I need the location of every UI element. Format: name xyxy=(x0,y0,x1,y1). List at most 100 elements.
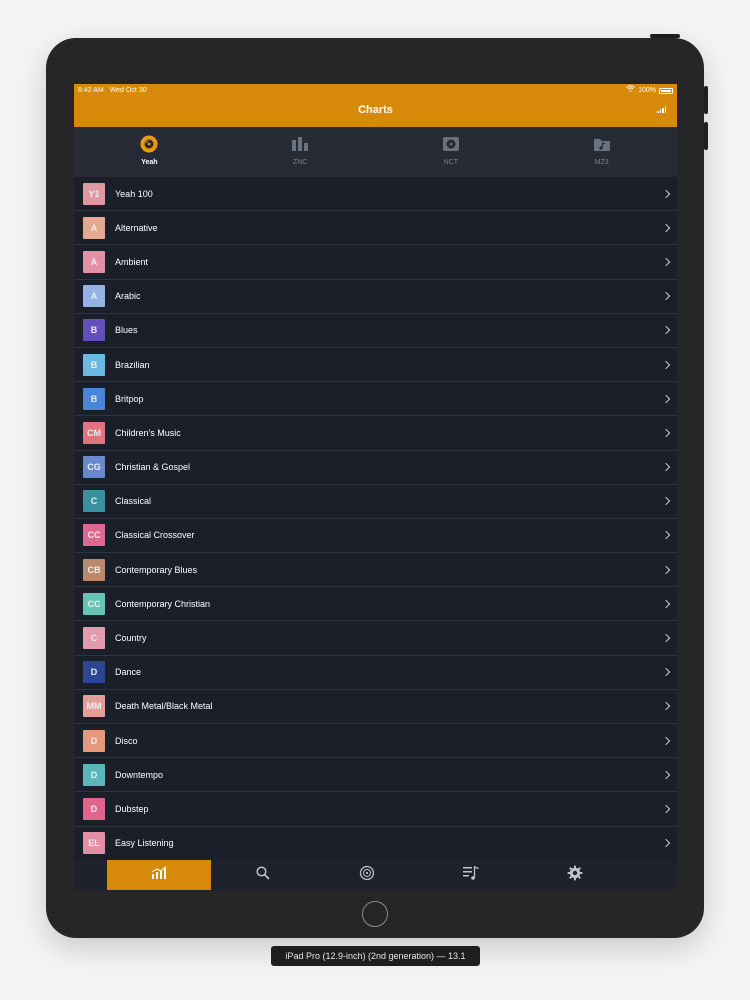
album-icon xyxy=(442,135,460,153)
status-date: Wed Oct 30 xyxy=(109,87,147,94)
genre-badge: CC xyxy=(83,592,105,615)
chevron-right-icon xyxy=(661,531,671,540)
volume-up-button xyxy=(704,86,708,114)
genre-label: Country xyxy=(115,633,147,644)
chevron-right-icon xyxy=(661,326,671,335)
genre-badge: B xyxy=(83,319,105,342)
genre-label: Contemporary Christian xyxy=(115,598,211,609)
list-item[interactable]: D Dubstep xyxy=(74,792,677,827)
list-item[interactable]: B Blues xyxy=(74,314,677,348)
list-item[interactable]: D Downtempo xyxy=(74,758,677,793)
top-button xyxy=(650,34,680,38)
bottom-tab-now-playing[interactable] xyxy=(315,860,419,890)
tab-mz3[interactable]: MZ3 xyxy=(526,127,677,177)
list-item[interactable]: CM Children's Music xyxy=(74,416,677,451)
tab-yeah[interactable]: Yeah xyxy=(74,127,225,177)
home-button[interactable] xyxy=(362,901,388,927)
genre-badge: D xyxy=(83,763,105,786)
genre-badge: A xyxy=(83,285,105,308)
chevron-right-icon xyxy=(661,702,671,711)
genre-label: Blues xyxy=(115,325,138,336)
list-item[interactable]: A Ambient xyxy=(74,245,677,280)
tab-znc[interactable]: ZNC xyxy=(225,127,376,177)
tab-label: NCT xyxy=(443,159,459,166)
genre-label: Classical Crossover xyxy=(115,530,195,541)
chevron-right-icon xyxy=(661,291,671,301)
genre-badge: CB xyxy=(83,558,105,581)
status-bar: 8:42 AM Wed Oct 30 100% xyxy=(74,84,677,98)
bottom-tab-playlists[interactable] xyxy=(419,860,523,890)
genre-badge: D xyxy=(83,729,105,752)
chevron-right-icon xyxy=(661,770,671,780)
genre-badge: CG xyxy=(83,456,105,479)
wifi-icon xyxy=(626,84,635,98)
chevron-right-icon xyxy=(661,497,671,506)
genre-label: Brazilian xyxy=(115,359,150,370)
list-item[interactable]: B Brazilian xyxy=(74,348,677,383)
list-item[interactable]: A Alternative xyxy=(74,211,677,246)
chevron-right-icon xyxy=(661,189,671,198)
genre-label: Classical xyxy=(115,496,152,507)
playlist-icon xyxy=(463,865,479,885)
list-item[interactable]: CB Contemporary Blues xyxy=(74,553,677,588)
chevron-right-icon xyxy=(661,462,671,472)
page-title: Charts xyxy=(358,104,393,116)
list-item[interactable]: MM Death Metal/Black Metal xyxy=(74,690,677,724)
chevron-right-icon xyxy=(661,257,671,267)
bottom-tab-settings[interactable] xyxy=(523,860,627,890)
list-item[interactable]: EL Easy Listening xyxy=(74,827,677,861)
genre-label: Arabic xyxy=(115,291,141,302)
genre-badge: A xyxy=(83,250,105,273)
tab-label: ZNC xyxy=(292,159,308,166)
chevron-right-icon xyxy=(661,599,671,609)
genre-badge: MM xyxy=(83,695,105,718)
music-folder-icon xyxy=(593,135,611,153)
genre-label: Children's Music xyxy=(115,427,181,438)
chevron-right-icon xyxy=(661,360,671,369)
list-item[interactable]: Y1 Yeah 100 xyxy=(74,177,677,212)
chart-list: Y1 Yeah 100 A Alternative A Ambient A Arabic B Bl… xyxy=(74,177,677,861)
genre-badge: A xyxy=(83,216,105,239)
chevron-right-icon xyxy=(661,565,671,574)
list-item[interactable]: C Classical xyxy=(74,485,677,519)
list-item[interactable]: C Country xyxy=(74,621,677,656)
chart-source-tabs: Yeah ZNC NCT MZ3 xyxy=(74,127,677,177)
genre-badge: EL xyxy=(83,832,105,855)
signal-icon[interactable] xyxy=(657,106,666,113)
list-item[interactable]: D Disco xyxy=(74,724,677,759)
tab-nct[interactable]: NCT xyxy=(376,127,527,177)
genre-badge: CC xyxy=(83,524,105,547)
genre-label: Easy Listening xyxy=(115,838,174,849)
battery-percent: 100% xyxy=(638,87,656,94)
nav-header: 8:42 AM Wed Oct 30 100% Charts xyxy=(74,84,677,127)
genre-badge: D xyxy=(83,797,105,820)
genre-badge: CM xyxy=(83,421,105,444)
bottom-tab-bar xyxy=(74,860,677,890)
chevron-right-icon xyxy=(661,394,671,403)
disc-icon xyxy=(359,865,375,886)
chevron-right-icon xyxy=(661,804,671,814)
chevron-right-icon xyxy=(661,428,671,438)
genre-badge: D xyxy=(83,661,105,684)
genre-label: Ambient xyxy=(115,256,149,267)
list-item[interactable]: CC Contemporary Christian xyxy=(74,587,677,622)
list-item[interactable]: CC Classical Crossover xyxy=(74,519,677,554)
tab-label: Yeah xyxy=(141,159,158,166)
list-item[interactable]: A Arabic xyxy=(74,280,677,314)
chart-icon xyxy=(151,865,167,885)
app-screen: 8:42 AM Wed Oct 30 100% Charts Yeah ZNC … xyxy=(74,84,677,890)
tab-label: MZ3 xyxy=(594,159,609,166)
list-item[interactable]: D Dance xyxy=(74,656,677,690)
list-item[interactable]: B Britpop xyxy=(74,382,677,417)
chevron-right-icon xyxy=(661,667,671,677)
status-time: 8:42 AM xyxy=(78,87,104,94)
volume-down-button xyxy=(704,122,708,150)
list-item[interactable]: CG Christian & Gospel xyxy=(74,451,677,485)
chevron-right-icon xyxy=(661,838,671,848)
genre-label: Dance xyxy=(115,667,142,678)
search-icon xyxy=(256,865,270,885)
bottom-tab-search[interactable] xyxy=(211,860,315,890)
genre-badge: C xyxy=(83,627,105,650)
genre-label: Alternative xyxy=(115,222,158,233)
bottom-tab-charts[interactable] xyxy=(107,860,211,890)
